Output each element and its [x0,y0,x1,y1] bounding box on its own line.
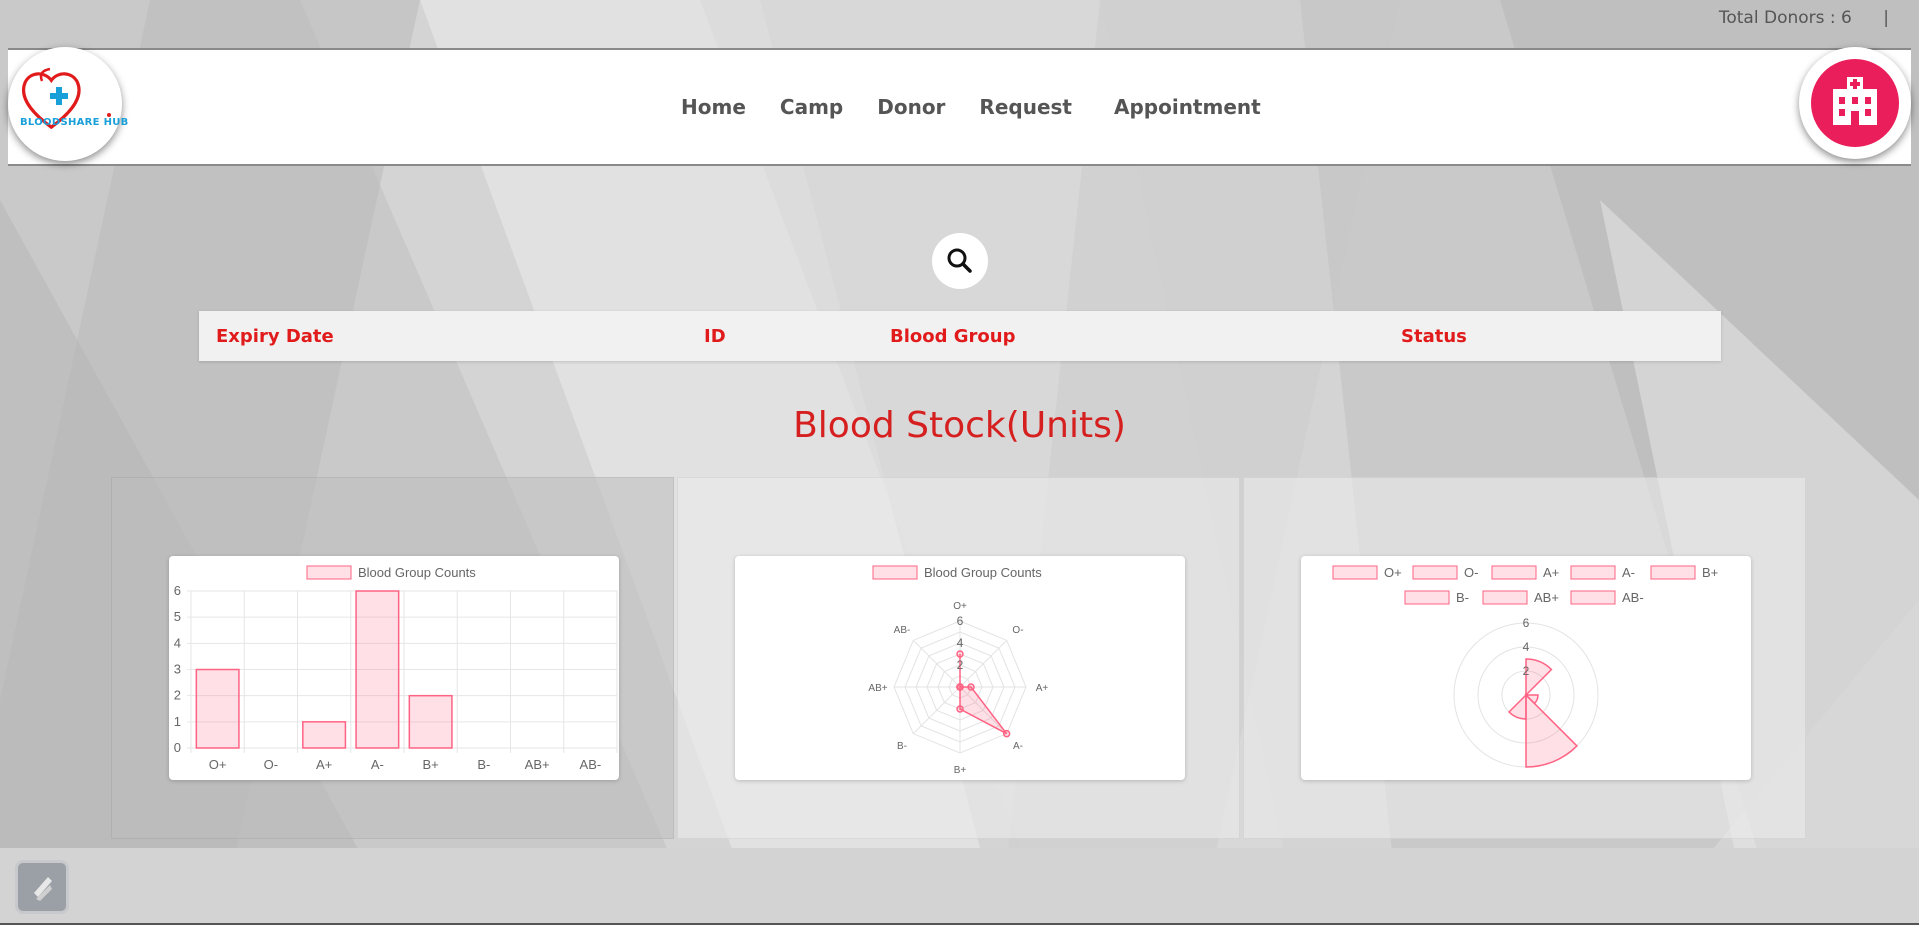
bar-legend-swatch [306,565,352,580]
polar-legend-swatch [1404,590,1450,605]
search-icon [947,248,972,273]
radar-point-AB- [956,683,964,691]
radar-axis-label: A+ [1036,683,1049,694]
polar-legend-swatch [1332,565,1378,580]
radar-tick-label: 4 [957,636,964,650]
bar-xtick-label: A- [371,757,384,772]
bar-ytick-label: 5 [174,609,181,624]
polar-segment-A- [1525,693,1578,768]
footer-strip [0,848,1919,925]
nav-home[interactable]: Home [681,95,746,119]
stock-table-header: Expiry Date ID Blood Group Status [199,311,1721,361]
total-donors-label: Total Donors : 6 | [1719,8,1889,28]
bar-A+ [302,721,347,749]
polar-legend-swatch [1482,590,1528,605]
bar-ytick-label: 4 [174,635,181,650]
bar-O+ [195,668,240,749]
polar-segment-O+ [1525,658,1553,697]
radar-spoke [912,639,961,688]
bar-ytick-label: 0 [174,740,181,755]
col-id[interactable]: ID [704,326,726,347]
bar-chart-card: Blood Group Counts 0 1 2 3 4 5 6 O+ O- A+ A- B+ B- AB+… [169,556,619,780]
main-nav: Home Camp Donor Request Appointment [681,95,1295,119]
radar-chart-card: Blood Group Counts O+ O- A+ A- B+ B- AB+ AB- 6 4 2 [735,556,1185,780]
radar-tick-label: 6 [957,614,964,628]
polar-legend-swatch [1570,590,1616,605]
total-donors-text: Total Donors : 6 [1718,8,1852,28]
navbar: BLOODSHARE HUB Home Camp Donor Request A… [8,47,1911,166]
bar-ytick-label: 1 [174,714,181,729]
bar-xtick-label: AB+ [525,757,550,772]
search-button[interactable] [932,233,988,289]
polar-legend-label: A- [1622,565,1635,580]
radar-legend-label: Blood Group Counts [924,565,1042,580]
hospital-icon [1833,77,1877,125]
lightning-icon [34,877,52,901]
hospital-button[interactable] [1799,47,1911,159]
polar-legend-label: O- [1464,565,1478,580]
radar-axis-label: A- [1013,741,1023,752]
polar-tick-label: 4 [1523,640,1530,654]
col-status[interactable]: Status [1401,326,1467,347]
radar-axis-label: B- [897,741,907,752]
radar-axis-label: AB+ [868,683,887,694]
radar-spoke [912,686,961,735]
radar-tick-label: 2 [957,658,964,672]
bar-xtick-label: A+ [316,757,332,772]
top-bar: Total Donors : 6 | [0,0,1919,48]
radar-point-B+ [956,705,964,713]
bar-xtick-label: B- [477,757,490,772]
nav-donor[interactable]: Donor [877,95,945,119]
col-blood-group[interactable]: Blood Group [890,326,1016,347]
radar-spoke [959,639,1008,688]
bar-xtick-label: AB- [580,757,602,772]
bar-A- [355,590,400,749]
nav-request[interactable]: Request [979,95,1072,119]
polar-legend-label: B+ [1702,565,1718,580]
brand-logo[interactable]: BLOODSHARE HUB [8,47,128,161]
nav-camp[interactable]: Camp [780,95,843,119]
hospital-button-inner [1811,59,1899,147]
radar-series-area [959,654,1008,735]
polar-legend-label: AB+ [1534,590,1559,605]
bar-chart: Blood Group Counts 0 1 2 3 4 5 6 O+ O- A+ A- B+ B- AB+… [174,565,618,772]
col-expiry-date[interactable]: Expiry Date [216,326,334,347]
polar-legend-swatch [1491,565,1537,580]
polar-tick-label: 6 [1523,616,1530,630]
radar-chart: Blood Group Counts O+ O- A+ A- B+ B- AB+ AB- 6 4 2 [868,565,1049,776]
radar-axis-label: O- [1012,625,1023,636]
bar-legend-label: Blood Group Counts [358,565,476,580]
nav-appointment[interactable]: Appointment [1114,95,1261,119]
polar-legend-label: O+ [1384,565,1402,580]
radar-legend-swatch [872,565,918,580]
radar-point-O+ [956,650,964,658]
radar-axis-label: B+ [954,765,967,776]
bar-ytick-label: 6 [174,583,181,598]
header-separator: | [1883,8,1889,28]
bar-ytick-label: 3 [174,662,181,677]
polar-legend-swatch [1650,565,1696,580]
bar-B+ [408,694,453,749]
polar-chart-card: O+ O- A+ A- B+ B- AB+ AB- 6 4 2 [1301,556,1751,780]
polar-legend-label: A+ [1543,565,1559,580]
bar-xtick-label: O- [264,757,278,772]
radar-point-A+ [967,683,975,691]
polar-legend-swatch [1570,565,1616,580]
bar-xtick-label: B+ [422,757,438,772]
heart-cross-icon [22,67,111,130]
polar-area-chart: O+ O- A+ A- B+ B- AB+ AB- 6 4 2 [1332,565,1718,768]
section-title: Blood Stock(Units) [793,405,1126,446]
polar-legend-label: AB- [1622,590,1644,605]
polar-legend-label: B- [1456,590,1469,605]
radar-point-A- [1002,729,1011,738]
radar-axis-label: AB- [894,625,911,636]
bar-xtick-label: O+ [209,757,227,772]
polar-tick-label: 2 [1523,664,1530,678]
floating-action-button[interactable] [15,860,69,914]
polar-segment-B+ [1507,693,1527,720]
polar-legend-swatch [1412,565,1458,580]
radar-axis-label: O+ [953,601,967,612]
bar-ytick-label: 2 [174,688,181,703]
logo-text: BLOODSHARE HUB [20,117,129,128]
